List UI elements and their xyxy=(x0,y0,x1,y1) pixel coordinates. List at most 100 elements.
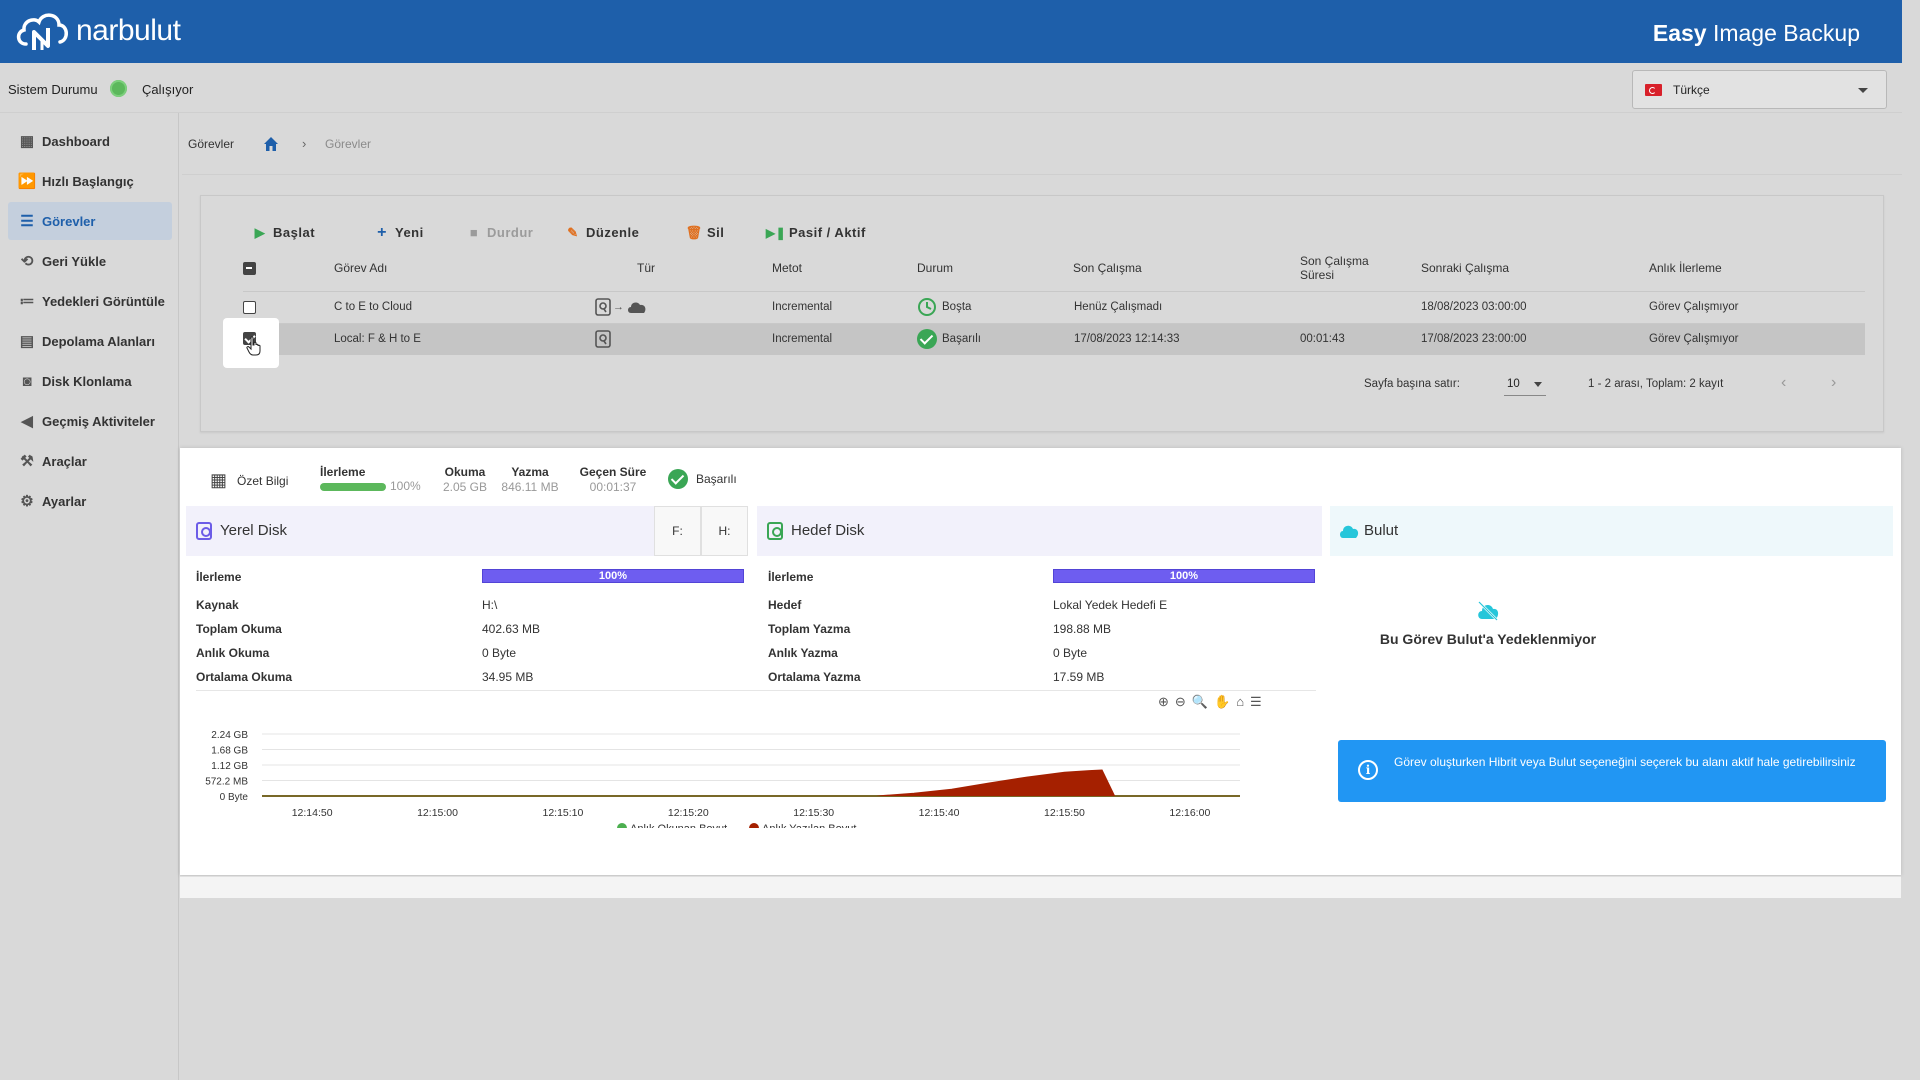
breadcrumb-separator: › xyxy=(302,136,307,151)
target-value: Lokal Yedek Hedefi E xyxy=(1053,598,1168,612)
status-indicator-icon xyxy=(110,80,127,97)
prev-page-icon[interactable]: ‹ xyxy=(1781,374,1786,392)
sidebar-item-view-backups[interactable]: ≔ Yedekleri Görüntüle xyxy=(8,282,172,320)
sidebar-item-storage[interactable]: ▤ Depolama Alanları xyxy=(8,322,172,360)
sidebar-item-tasks[interactable]: ☰ Görevler xyxy=(8,202,172,240)
success-check-icon xyxy=(668,469,688,489)
dashboard-icon: ▦ xyxy=(19,133,35,150)
sidebar-item-restore[interactable]: ⟲ Geri Yükle xyxy=(8,242,172,280)
y-tick-label: 0 Byte xyxy=(220,792,249,803)
select-all-checkbox[interactable] xyxy=(243,262,256,275)
next-page-icon[interactable]: › xyxy=(1831,374,1836,392)
x-tick-label: 12:15:00 xyxy=(417,807,458,819)
y-tick-label: 572.2 MB xyxy=(205,777,248,788)
col-header-status[interactable]: Durum xyxy=(917,261,953,275)
legend-marker xyxy=(749,823,759,828)
language-select[interactable]: Türkçe xyxy=(1632,70,1887,109)
turkey-flag-icon xyxy=(1645,84,1662,96)
avg-write-label: Ortalama Yazma xyxy=(768,670,861,684)
disk-icon xyxy=(595,298,611,316)
target-progress-label: İlerleme xyxy=(768,570,814,584)
target-progress-bar: 100% xyxy=(1053,569,1315,583)
source-value: H:\ xyxy=(482,598,498,612)
drive-tab-h[interactable]: H: xyxy=(701,506,748,556)
success-check-icon xyxy=(917,329,937,349)
col-header-next-run[interactable]: Sonraki Çalışma xyxy=(1421,261,1509,275)
drive-tab-f[interactable]: F: xyxy=(654,506,701,556)
task-method: Incremental xyxy=(772,301,833,313)
play-pause-icon: ▶❚ xyxy=(765,225,787,240)
sidebar-item-disk-clone[interactable]: ◙ Disk Klonlama xyxy=(8,362,172,400)
new-button[interactable]: + Yeni xyxy=(375,224,424,241)
list-icon: ☰ xyxy=(20,213,34,230)
task-next-run: 18/08/2023 03:00:00 xyxy=(1421,301,1527,313)
task-last-run: Henüz Çalışmadı xyxy=(1074,301,1163,313)
sidebar-item-history[interactable]: ◀ Geçmiş Aktiviteler xyxy=(8,402,172,440)
summary-result: Başarılı xyxy=(696,472,737,486)
language-value: Türkçe xyxy=(1673,83,1710,97)
total-write-value: 198.88 MB xyxy=(1053,622,1112,636)
col-header-type[interactable]: Tür xyxy=(637,261,655,275)
disk-icon: ◙ xyxy=(22,372,32,390)
sidebar-item-tools[interactable]: ⚒ Araçlar xyxy=(8,442,172,480)
total-write-label: Toplam Yazma xyxy=(768,622,851,636)
gear-icon: ⚙ xyxy=(20,493,34,510)
detail-footer xyxy=(180,876,1901,898)
col-header-method[interactable]: Metot xyxy=(772,261,802,275)
hand-cursor-icon xyxy=(246,336,261,356)
top-header: narbulut Easy Image Backup xyxy=(0,0,1902,63)
col-header-last-duration[interactable]: Son Çalışma Süresi xyxy=(1300,254,1369,282)
row-checkbox[interactable] xyxy=(243,301,256,314)
sidebar-item-settings[interactable]: ⚙ Ayarlar xyxy=(8,482,172,520)
col-header-last-run[interactable]: Son Çalışma xyxy=(1073,261,1142,275)
app-title: Easy Image Backup xyxy=(1652,20,1860,46)
series-area-written xyxy=(262,769,1240,797)
col-header-progress[interactable]: Anlık İlerleme xyxy=(1649,261,1722,275)
task-name: Local: F & H to E xyxy=(334,333,421,345)
current-write-label: Anlık Yazma xyxy=(768,646,838,660)
summary-progress: İlerleme xyxy=(320,465,366,479)
system-status-value: Çalışıyor xyxy=(142,82,194,97)
disk-icon xyxy=(595,330,611,348)
task-type xyxy=(595,330,611,351)
stop-button[interactable]: ■ Durdur xyxy=(467,225,533,240)
summary-tab[interactable]: ▦ Özet Bilgi xyxy=(210,470,288,491)
cloud-icon xyxy=(628,302,646,313)
system-status-bar: Sistem Durumu Çalışıyor xyxy=(0,63,1902,113)
divider xyxy=(196,690,1316,691)
x-tick-label: 12:14:50 xyxy=(292,807,333,819)
rows-per-page-select[interactable]: 10 xyxy=(1504,372,1546,396)
toggle-active-button[interactable]: ▶❚ Pasif / Aktif xyxy=(765,225,866,240)
table-row[interactable]: C to E to Cloud → Incremental Boşta Henü… xyxy=(243,291,1865,323)
task-progress: Görev Çalışmıyor xyxy=(1649,333,1739,345)
chevron-down-icon xyxy=(1858,88,1868,93)
task-status: Boşta xyxy=(917,297,971,317)
clock-icon xyxy=(918,298,936,316)
home-icon[interactable] xyxy=(262,135,280,153)
edit-button[interactable]: ✎ Düzenle xyxy=(566,225,639,241)
table-row[interactable]: Local: F & H to E Incremental Başarılı 1… xyxy=(243,323,1865,355)
stop-icon: ■ xyxy=(469,225,479,240)
cloud-empty-state: Bu Görev Bulut'a Yedeklenmiyor xyxy=(1338,600,1638,647)
x-tick-label: 12:15:10 xyxy=(542,807,583,819)
history-icon: ◀ xyxy=(21,413,33,430)
breadcrumb: Görevler › Görevler xyxy=(182,120,1902,175)
brand-logo[interactable]: narbulut xyxy=(14,8,181,54)
sidebar: ▦ Dashboard ⏩ Hızlı Başlangıç ☰ Görevler… xyxy=(0,113,179,1080)
disk-icon xyxy=(196,522,212,540)
task-status: Başarılı xyxy=(917,329,981,349)
col-header-name[interactable]: Görev Adı xyxy=(334,261,387,275)
start-button[interactable]: ▶ Başlat xyxy=(253,224,315,241)
delete-button[interactable]: 🗑 Sil xyxy=(686,225,724,241)
task-progress: Görev Çalışmıyor xyxy=(1649,301,1739,313)
sidebar-item-quick-start[interactable]: ⏩ Hızlı Başlangıç xyxy=(8,162,172,200)
disk-icon xyxy=(767,522,783,540)
sidebar-item-dashboard[interactable]: ▦ Dashboard xyxy=(8,122,172,160)
cloud-off-icon xyxy=(1478,601,1499,621)
play-icon: ▶ xyxy=(254,224,266,240)
task-detail-panel: ▦ Özet Bilgi İlerleme 100% Okuma 2.05 GB… xyxy=(180,448,1901,875)
list-view-icon: ≔ xyxy=(19,293,35,310)
rows-per-page-label: Sayfa başına satır: xyxy=(1364,378,1460,390)
task-last-run: 17/08/2023 12:14:33 xyxy=(1074,333,1180,345)
arrow-right-icon: → xyxy=(613,301,624,313)
